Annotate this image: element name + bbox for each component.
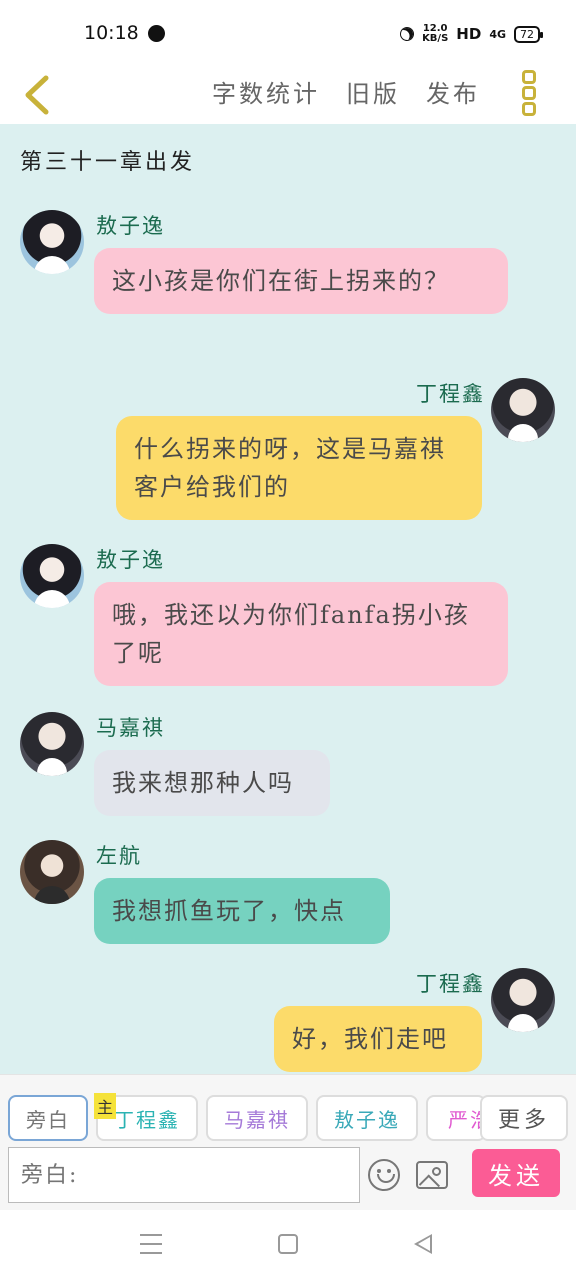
dot-icon — [522, 70, 536, 84]
message-bubble[interactable]: 哦，我还以为你们fanfa拐小孩了呢 — [94, 582, 508, 686]
message-bubble[interactable]: 什么拐来的呀，这是马嘉祺客户给我们的 — [116, 416, 482, 520]
message-bubble[interactable]: 好，我们走吧 — [274, 1006, 482, 1072]
status-bar: 10:18 12.0 KB/S HD 4G 72 — [0, 0, 576, 66]
image-icon[interactable] — [416, 1161, 448, 1189]
moon-icon — [397, 24, 417, 44]
word-count-button[interactable]: 字数统计 — [212, 74, 320, 109]
character-tab-narrator[interactable]: 旁白 — [8, 1095, 88, 1141]
avatar[interactable] — [20, 840, 84, 904]
sender-name: 丁程鑫 — [416, 972, 485, 996]
chapter-title: 第三十一章出发 — [20, 150, 196, 175]
status-indicators: 12.0 KB/S HD 4G 72 — [397, 24, 543, 44]
menu-icon[interactable] — [140, 1234, 162, 1254]
chevron-left-icon — [25, 75, 49, 115]
sender-name: 敖子逸 — [96, 214, 165, 238]
message-bubble[interactable]: 我来想那种人吗 — [94, 750, 330, 816]
sender-name: 敖子逸 — [96, 548, 165, 572]
character-tab[interactable]: 敖子逸 — [316, 1095, 418, 1141]
top-nav-bar: 字数统计 旧版 发布 — [0, 66, 576, 124]
sender-name: 左航 — [96, 844, 142, 868]
sender-name: 丁程鑫 — [416, 382, 485, 406]
avatar[interactable] — [491, 378, 555, 442]
character-tab[interactable]: 严浩翔 — [426, 1095, 486, 1141]
avatar[interactable] — [20, 210, 84, 274]
back-icon[interactable] — [414, 1234, 432, 1254]
system-nav-bar — [0, 1210, 576, 1280]
more-menu-button[interactable] — [522, 70, 538, 116]
character-tab[interactable]: 马嘉祺 — [206, 1095, 308, 1141]
publish-button[interactable]: 发布 — [426, 74, 480, 109]
dot-icon — [522, 102, 536, 116]
old-version-button[interactable]: 旧版 — [346, 74, 400, 109]
message-input[interactable] — [8, 1147, 360, 1203]
signal-icon: 4G — [489, 27, 506, 41]
back-button[interactable] — [18, 70, 58, 120]
globe-icon — [148, 25, 165, 42]
avatar[interactable] — [20, 712, 84, 776]
speed-unit: KB/S — [422, 33, 449, 44]
battery-icon: 72 — [514, 25, 543, 43]
avatar[interactable] — [491, 968, 555, 1032]
network-speed: 12.0 KB/S — [422, 24, 448, 44]
more-characters-button[interactable]: 更多 — [480, 1095, 568, 1141]
avatar[interactable] — [20, 544, 84, 608]
sender-name: 马嘉祺 — [96, 716, 165, 740]
home-icon[interactable] — [278, 1234, 298, 1254]
nav-actions: 字数统计 旧版 发布 — [212, 74, 480, 109]
hd-indicator: HD — [456, 25, 482, 43]
main-character-badge: 主 — [94, 1093, 116, 1119]
composer: 旁白 主 丁程鑫 马嘉祺 敖子逸 严浩翔 更多 发送 — [0, 1074, 576, 1210]
emoji-icon[interactable] — [368, 1159, 400, 1191]
send-button[interactable]: 发送 — [472, 1149, 560, 1197]
message-bubble[interactable]: 这小孩是你们在街上拐来的？ — [94, 248, 508, 314]
status-time: 10:18 — [84, 22, 139, 44]
chat-area[interactable]: 第三十一章出发 敖子逸 这小孩是你们在街上拐来的？ 丁程鑫 什么拐来的呀，这是马… — [0, 124, 576, 1074]
message-bubble[interactable]: 我想抓鱼玩了，快点 — [94, 878, 390, 944]
dot-icon — [522, 86, 536, 100]
